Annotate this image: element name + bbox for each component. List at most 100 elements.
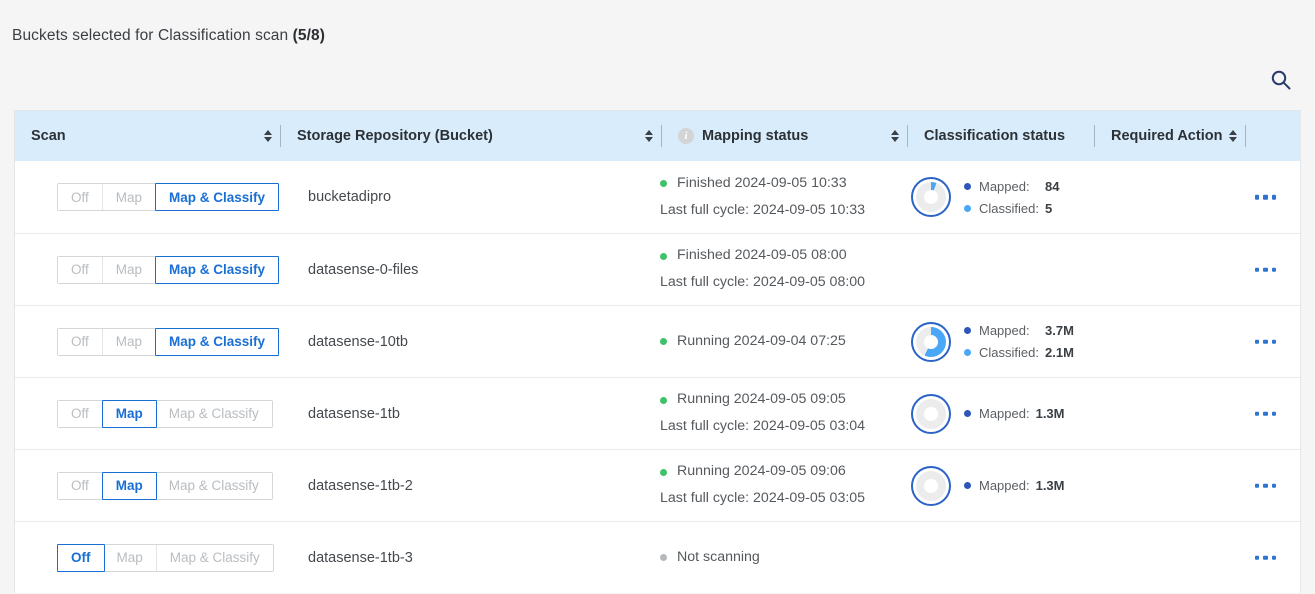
- page-title: Buckets selected for Classification scan…: [12, 27, 325, 45]
- cell-bucket: datasense-1tb-3: [280, 522, 660, 593]
- scan-option-off[interactable]: Off: [58, 400, 103, 427]
- classification-donut-chart: [911, 393, 951, 434]
- scan-option-map[interactable]: Map: [101, 471, 157, 500]
- mapping-status-text: Finished 2024-09-05 08:00: [677, 247, 847, 264]
- legend-classified-dot-icon: [964, 349, 971, 356]
- scan-mode-toggle[interactable]: Off Map Map & Classify: [57, 327, 280, 356]
- scan-mode-toggle[interactable]: Off Map Map & Classify: [57, 399, 273, 428]
- status-dot-icon: [660, 553, 667, 561]
- table-header-row: Scan Storage Repository (Bucket) i Mappi…: [15, 111, 1300, 161]
- column-header-bucket-label: Storage Repository (Bucket): [297, 128, 493, 144]
- mapping-status-line: Not scanning: [660, 549, 760, 566]
- kebab-menu-icon[interactable]: [1254, 339, 1276, 344]
- cell-scan: Off Map Map & Classify: [15, 161, 280, 233]
- search-icon[interactable]: [1269, 68, 1293, 92]
- last-full-cycle-text: Last full cycle: 2024-09-05 08:00: [660, 274, 866, 290]
- cell-mapping-status: Running 2024-09-05 09:06 Last full cycle:…: [660, 450, 905, 521]
- scan-option-map[interactable]: Map: [103, 544, 157, 571]
- mapping-status-line: Finished 2024-09-05 10:33: [660, 174, 847, 192]
- scan-mode-toggle[interactable]: Off Map Map & Classify: [57, 183, 280, 211]
- cell-mapping-status: Finished 2024-09-05 10:33 Last full cycle…: [660, 161, 905, 233]
- legend-classified-label: Classified:: [979, 200, 1039, 216]
- scan-option-map[interactable]: Map: [102, 256, 157, 283]
- cell-scan: Off Map Map & Classify: [15, 306, 280, 377]
- kebab-menu-icon[interactable]: [1254, 411, 1276, 416]
- header-divider-5: [1245, 125, 1246, 147]
- buckets-table: Scan Storage Repository (Bucket) i Mappi…: [14, 110, 1301, 593]
- classification-legend: Mapped: 1.3M: [964, 478, 1065, 493]
- legend-mapped-dot-icon: [964, 482, 971, 489]
- sort-icon-scan[interactable]: [264, 130, 272, 142]
- cell-classification-status: Mapped: 84 Classified: 5: [905, 161, 1091, 233]
- classification-donut-chart: [911, 465, 951, 506]
- bucket-name: datasense-0-files: [308, 261, 419, 278]
- scan-option-off[interactable]: Off: [57, 543, 105, 572]
- cell-classification-status: [905, 522, 1091, 593]
- scan-option-off[interactable]: Off: [58, 328, 103, 355]
- scan-option-map-classify[interactable]: Map & Classify: [155, 472, 272, 499]
- bucket-name: datasense-1tb-2: [308, 477, 413, 494]
- scan-option-map-classify[interactable]: Map & Classify: [155, 400, 272, 427]
- scan-option-map-classify[interactable]: Map & Classify: [155, 327, 280, 356]
- mapping-status-text: Running 2024-09-04 07:25: [677, 332, 846, 349]
- donut-hole: [924, 478, 938, 493]
- classification-donut-chart: [911, 321, 951, 362]
- legend-mapped-label: Mapped:: [979, 478, 1030, 493]
- scan-option-map[interactable]: Map: [102, 328, 157, 355]
- mapping-status-text: Finished 2024-09-05 10:33: [677, 174, 847, 191]
- legend-mapped: Mapped: 3.7M: [964, 323, 1074, 338]
- legend-mapped-dot-icon: [964, 410, 971, 417]
- sort-icon-mapping-status[interactable]: [891, 130, 899, 142]
- cell-scan: Off Map Map & Classify: [15, 234, 280, 305]
- page-title-text: Buckets selected for Classification scan: [12, 27, 289, 44]
- bucket-name: datasense-1tb-3: [308, 549, 413, 566]
- last-full-cycle-text: Last full cycle: 2024-09-05 10:33: [660, 201, 866, 218]
- scan-option-map-classify[interactable]: Map & Classify: [155, 183, 280, 211]
- column-header-bucket[interactable]: Storage Repository (Bucket): [281, 111, 661, 161]
- classification-legend: Mapped: 84 Classified: 5: [964, 179, 1059, 216]
- cell-classification-status: Mapped: 1.3M: [905, 450, 1091, 521]
- cell-classification-status: [905, 234, 1091, 305]
- scan-option-map[interactable]: Map: [102, 184, 157, 210]
- scan-option-map[interactable]: Map: [101, 399, 157, 428]
- column-header-mapping-status[interactable]: i Mapping status: [662, 111, 907, 161]
- scan-option-off[interactable]: Off: [58, 184, 103, 210]
- column-header-mapping-status-label: Mapping status: [702, 128, 809, 144]
- scan-option-off[interactable]: Off: [58, 472, 103, 499]
- scan-option-map-classify[interactable]: Map & Classify: [156, 544, 273, 571]
- kebab-menu-icon[interactable]: [1254, 194, 1276, 200]
- scan-option-off[interactable]: Off: [58, 256, 103, 283]
- page-title-count: (5/8): [292, 27, 326, 44]
- last-full-cycle-text: Last full cycle: 2024-09-05 03:04: [660, 418, 866, 434]
- mapping-status-line: Running 2024-09-04 07:25: [660, 332, 846, 350]
- sort-icon-required-action[interactable]: [1229, 130, 1237, 142]
- kebab-menu-icon[interactable]: [1254, 555, 1276, 560]
- table-row: Off Map Map & Classify datasense-1tb Running…: [15, 377, 1300, 449]
- scan-mode-toggle[interactable]: Off Map Map & Classify: [57, 543, 274, 572]
- scan-mode-toggle[interactable]: Off Map Map & Classify: [57, 471, 273, 500]
- scan-option-map-classify[interactable]: Map & Classify: [155, 255, 280, 284]
- legend-mapped-dot-icon: [964, 327, 971, 334]
- table-body: Off Map Map & Classify bucketadipro Finished…: [15, 161, 1300, 593]
- legend-classified-value: 2.1M: [1045, 345, 1074, 360]
- page-header: Buckets selected for Classification scan…: [0, 0, 1315, 96]
- info-icon[interactable]: i: [678, 128, 694, 144]
- donut-hole: [924, 334, 938, 349]
- cell-bucket: datasense-0-files: [280, 234, 660, 305]
- cell-mapping-status: Running 2024-09-05 09:05 Last full cycle:…: [660, 378, 905, 449]
- mapping-status-line: Running 2024-09-05 09:06: [660, 464, 846, 480]
- cell-mapping-status: Not scanning: [660, 522, 905, 593]
- kebab-menu-icon[interactable]: [1254, 483, 1276, 488]
- column-header-required-action[interactable]: Required Action: [1095, 111, 1245, 161]
- legend-classified-label: Classified:: [979, 345, 1039, 360]
- legend-classified-dot-icon: [964, 204, 971, 212]
- sort-icon-bucket[interactable]: [645, 130, 653, 142]
- kebab-menu-icon[interactable]: [1254, 267, 1276, 272]
- cell-bucket: datasense-1tb: [280, 378, 660, 449]
- scan-mode-toggle[interactable]: Off Map Map & Classify: [57, 255, 280, 284]
- legend-classified-value: 5: [1045, 200, 1053, 216]
- status-dot-icon: [660, 337, 667, 345]
- column-header-scan[interactable]: Scan: [15, 111, 280, 161]
- cell-bucket: datasense-1tb-2: [280, 450, 660, 521]
- column-header-classification-status-label: Classification status: [924, 128, 1066, 144]
